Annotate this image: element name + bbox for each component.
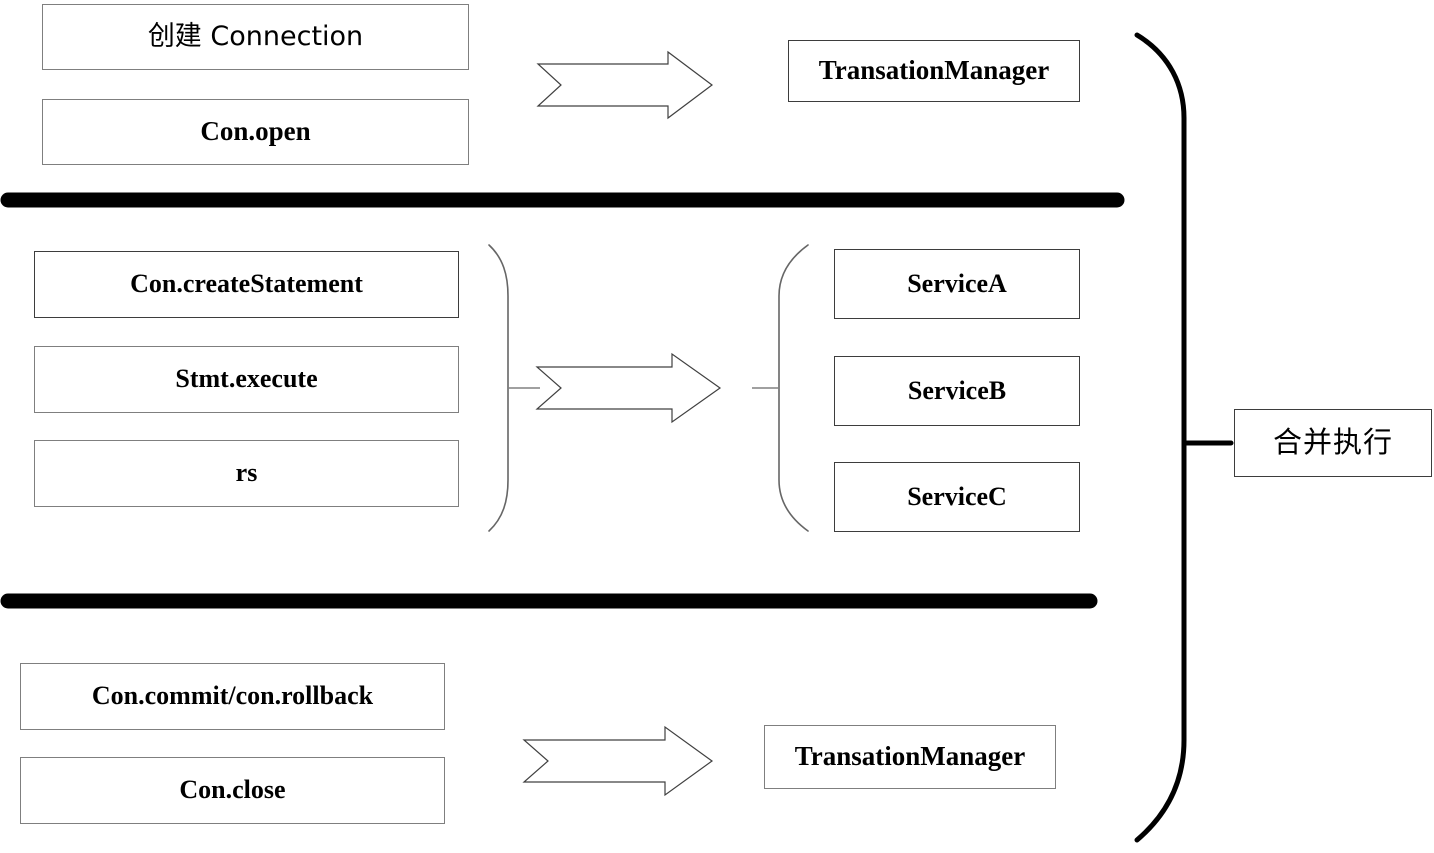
box-con-create-statement-label: Con.createStatement bbox=[130, 269, 363, 299]
box-transation-manager-bottom-label: TransationManager bbox=[794, 741, 1026, 772]
box-con-commit-rollback-label: Con.commit/con.rollback bbox=[91, 681, 374, 711]
bottom-arrow-icon bbox=[522, 725, 714, 797]
box-stmt-execute[interactable]: Stmt.execute bbox=[34, 346, 459, 413]
box-service-b-label: ServiceB bbox=[907, 375, 1007, 405]
box-stmt-execute-label: Stmt.execute bbox=[175, 364, 318, 394]
box-merge-execute-label: 合并执行 bbox=[1272, 425, 1393, 460]
box-create-connection[interactable]: 创建 Connection bbox=[42, 4, 469, 70]
box-service-a-label: ServiceA bbox=[907, 268, 1007, 298]
box-con-open-label: Con.open bbox=[200, 116, 311, 147]
box-con-commit-rollback[interactable]: Con.commit/con.rollback bbox=[20, 663, 445, 730]
box-con-close-label: Con.close bbox=[179, 775, 286, 805]
box-con-create-statement[interactable]: Con.createStatement bbox=[34, 251, 459, 318]
right-group-brace bbox=[778, 244, 809, 532]
merge-grouping-brace bbox=[1134, 32, 1187, 843]
box-service-b[interactable]: ServiceB bbox=[834, 356, 1080, 426]
left-group-brace bbox=[488, 244, 509, 532]
box-service-a[interactable]: ServiceA bbox=[834, 249, 1080, 319]
box-transation-manager-top[interactable]: TransationManager bbox=[788, 40, 1080, 102]
box-merge-execute[interactable]: 合并执行 bbox=[1234, 409, 1432, 477]
box-create-connection-label: 创建 Connection bbox=[147, 21, 364, 53]
box-rs-label: rs bbox=[235, 458, 258, 488]
box-service-c[interactable]: ServiceC bbox=[834, 462, 1080, 532]
box-service-c-label: ServiceC bbox=[907, 481, 1007, 511]
box-con-close[interactable]: Con.close bbox=[20, 757, 445, 824]
box-rs[interactable]: rs bbox=[34, 440, 459, 507]
box-transation-manager-top-label: TransationManager bbox=[818, 55, 1050, 86]
top-arrow-icon bbox=[536, 50, 713, 120]
middle-arrow-icon bbox=[535, 352, 722, 424]
diagram-canvas: 创建 Connection Con.open TransationManager… bbox=[0, 0, 1434, 853]
box-transation-manager-bottom[interactable]: TransationManager bbox=[764, 725, 1056, 789]
box-con-open[interactable]: Con.open bbox=[42, 99, 469, 165]
